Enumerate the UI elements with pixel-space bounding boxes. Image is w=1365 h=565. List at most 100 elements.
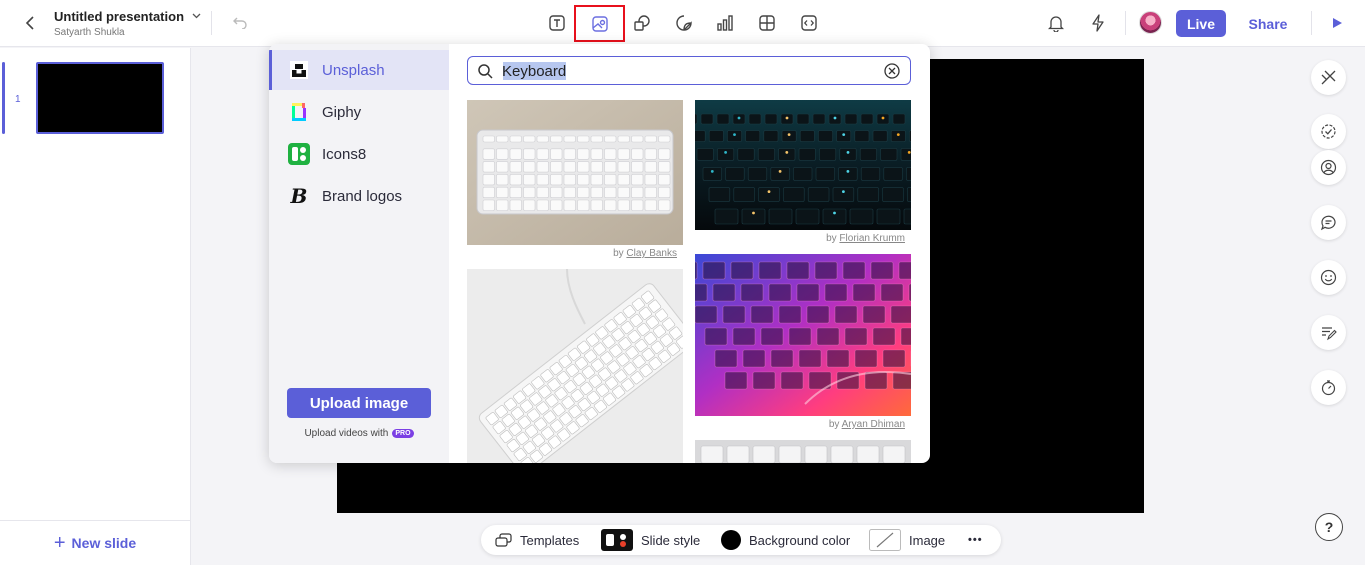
share-button[interactable]: Share bbox=[1240, 10, 1296, 37]
key-cap bbox=[714, 349, 738, 368]
image-tool-button[interactable] bbox=[574, 5, 625, 42]
result-image[interactable] bbox=[695, 100, 911, 230]
key-glow bbox=[737, 116, 741, 120]
keyboard-photo bbox=[695, 100, 911, 230]
clear-search-icon[interactable] bbox=[884, 63, 900, 79]
credit-by: by bbox=[828, 419, 840, 430]
undo-icon[interactable] bbox=[229, 12, 251, 34]
photo-credit: by Florian Krumm bbox=[695, 233, 905, 244]
comment-icon[interactable] bbox=[1311, 205, 1346, 240]
notes-icon[interactable] bbox=[1311, 315, 1346, 350]
key-cap bbox=[727, 130, 742, 142]
presentation-title-block[interactable]: Untitled presentation Satyarth Shukla bbox=[54, 9, 201, 38]
key-cap bbox=[780, 371, 804, 390]
magic-tools-icon[interactable] bbox=[1311, 60, 1346, 95]
avatar[interactable] bbox=[1139, 11, 1162, 34]
result-image[interactable] bbox=[467, 269, 683, 463]
embed-icon[interactable] bbox=[798, 12, 820, 34]
key-cap bbox=[563, 161, 576, 173]
background-color-button[interactable]: Background color bbox=[721, 525, 850, 555]
search-input[interactable] bbox=[502, 61, 872, 81]
image-search-box[interactable] bbox=[467, 56, 911, 85]
key-cap bbox=[839, 148, 857, 161]
key-cap bbox=[816, 327, 840, 346]
author-link[interactable]: Aryan Dhiman bbox=[842, 419, 905, 430]
upload-image-button[interactable]: Upload image bbox=[287, 388, 431, 418]
chevron-down-icon[interactable] bbox=[192, 11, 201, 22]
bell-icon[interactable] bbox=[1045, 12, 1067, 34]
key-cap bbox=[838, 167, 858, 181]
play-icon[interactable] bbox=[1326, 12, 1348, 34]
key-cap bbox=[822, 208, 847, 225]
key-cap bbox=[750, 305, 774, 324]
author-link[interactable]: Clay Banks bbox=[626, 248, 677, 259]
key-cap bbox=[496, 161, 509, 173]
key-cap bbox=[742, 349, 766, 368]
key-cap bbox=[523, 135, 536, 143]
key-glow bbox=[787, 133, 791, 136]
key-cap bbox=[482, 199, 495, 211]
key-cap bbox=[725, 167, 745, 181]
lightning-icon[interactable] bbox=[1087, 12, 1109, 34]
key-cap bbox=[814, 261, 838, 280]
key-cap bbox=[604, 199, 617, 211]
key-cap bbox=[523, 199, 536, 211]
key-cap bbox=[758, 261, 782, 280]
result-image[interactable] bbox=[695, 440, 911, 463]
source-giphy[interactable]: Giphy bbox=[269, 92, 449, 132]
sticker-icon[interactable] bbox=[673, 12, 695, 34]
key-cap bbox=[550, 148, 563, 160]
key-cap bbox=[737, 148, 755, 161]
key-glow bbox=[785, 116, 789, 120]
key-cap bbox=[644, 161, 657, 173]
key-cap bbox=[631, 161, 644, 173]
owner-name: Satyarth Shukla bbox=[54, 27, 125, 38]
emoji-icon[interactable] bbox=[1311, 260, 1346, 295]
timer-icon[interactable] bbox=[1311, 370, 1346, 405]
background-image-button[interactable]: Image bbox=[869, 525, 945, 555]
back-chevron-icon[interactable] bbox=[20, 12, 42, 34]
chart-icon[interactable] bbox=[714, 12, 736, 34]
presentation-title[interactable]: Untitled presentation bbox=[54, 9, 201, 24]
result-image[interactable] bbox=[695, 254, 911, 416]
key-cap bbox=[658, 135, 671, 143]
slide-thumbnail[interactable] bbox=[36, 62, 164, 134]
table-icon[interactable] bbox=[756, 12, 778, 34]
source-unsplash[interactable]: Unsplash bbox=[269, 50, 449, 90]
checklist-icon[interactable] bbox=[1311, 114, 1346, 149]
key-cap bbox=[702, 167, 722, 181]
key-cap bbox=[722, 305, 746, 324]
help-icon[interactable]: ? bbox=[1315, 513, 1343, 541]
key-cap bbox=[509, 174, 522, 186]
key-cap bbox=[617, 148, 630, 160]
result-image[interactable] bbox=[467, 100, 683, 245]
key-cap bbox=[482, 135, 495, 143]
slide-style-button[interactable]: Slide style bbox=[601, 525, 700, 555]
key-cap bbox=[563, 174, 576, 186]
key-cap bbox=[796, 283, 820, 302]
live-button[interactable]: Live bbox=[1176, 10, 1226, 37]
key-cap bbox=[695, 130, 706, 142]
text-icon[interactable] bbox=[546, 12, 568, 34]
key-cap bbox=[882, 349, 906, 368]
key-cap bbox=[658, 148, 671, 160]
key-cap bbox=[763, 130, 779, 142]
source-icons8[interactable]: Icons8 bbox=[269, 134, 449, 174]
key-cap bbox=[644, 199, 657, 211]
author-link[interactable]: Florian Krumm bbox=[839, 233, 905, 244]
key-cap bbox=[770, 167, 790, 181]
key-cap bbox=[658, 174, 671, 186]
key-cap bbox=[836, 130, 852, 142]
templates-button[interactable]: Templates bbox=[495, 525, 579, 555]
background-color-label: Background color bbox=[749, 532, 851, 548]
more-options-icon[interactable]: ••• bbox=[968, 525, 983, 555]
new-slide-button[interactable]: + New slide bbox=[0, 520, 190, 565]
key-cap bbox=[752, 371, 776, 390]
key-cap bbox=[730, 261, 754, 280]
shapes-icon[interactable] bbox=[631, 12, 653, 34]
user-icon[interactable] bbox=[1311, 150, 1346, 185]
key-glow bbox=[842, 190, 845, 193]
key-cap bbox=[898, 261, 911, 280]
source-brand-logos[interactable]: B Brand logos bbox=[269, 176, 449, 216]
key-cap bbox=[883, 167, 903, 181]
